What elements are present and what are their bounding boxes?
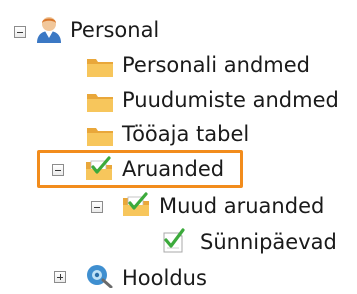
collapse-muud-aruanded-toggle[interactable] — [91, 201, 103, 213]
folder-icon — [87, 94, 113, 112]
expand-hooldus-toggle[interactable] — [54, 271, 66, 283]
tree-item-label: Tööaja tabel — [122, 122, 250, 146]
tree-item-personal[interactable]: Personal — [70, 14, 159, 46]
tree-item-label: Puudumiste andmed — [122, 88, 339, 112]
tree-item-label: Personal — [70, 18, 160, 42]
tree-item-label: Aruanded — [122, 157, 225, 181]
folder-icon — [87, 59, 113, 77]
report-folder-icon — [123, 192, 149, 216]
user-icon — [37, 17, 61, 43]
tree-item-label: Sünnipäevad — [200, 230, 337, 254]
report-icon — [163, 228, 185, 253]
maintenance-icon — [87, 265, 113, 288]
collapse-aruanded-toggle[interactable] — [52, 164, 64, 176]
tree-item-label: Muud aruanded — [159, 194, 325, 218]
report-folder-icon — [86, 156, 112, 180]
folder-icon — [87, 128, 113, 146]
navigation-tree: Personal Personali andmed Puudumiste and… — [0, 0, 357, 291]
tree-item-hooldus[interactable]: Hooldus — [122, 262, 207, 294]
tree-item-aruanded[interactable]: Aruanded — [122, 153, 224, 185]
collapse-personal-toggle[interactable] — [14, 26, 26, 38]
tree-item-label: Hooldus — [122, 266, 207, 290]
tree-item-puudumiste-andmed[interactable]: Puudumiste andmed — [122, 84, 339, 116]
tree-item-label: Personali andmed — [122, 53, 310, 77]
tree-item-personali-andmed[interactable]: Personali andmed — [122, 49, 310, 81]
tree-item-sunnipaevad[interactable]: Sünnipäevad — [200, 226, 337, 258]
tree-item-tooaja-tabel[interactable]: Tööaja tabel — [122, 118, 249, 150]
tree-item-muud-aruanded[interactable]: Muud aruanded — [159, 190, 324, 222]
